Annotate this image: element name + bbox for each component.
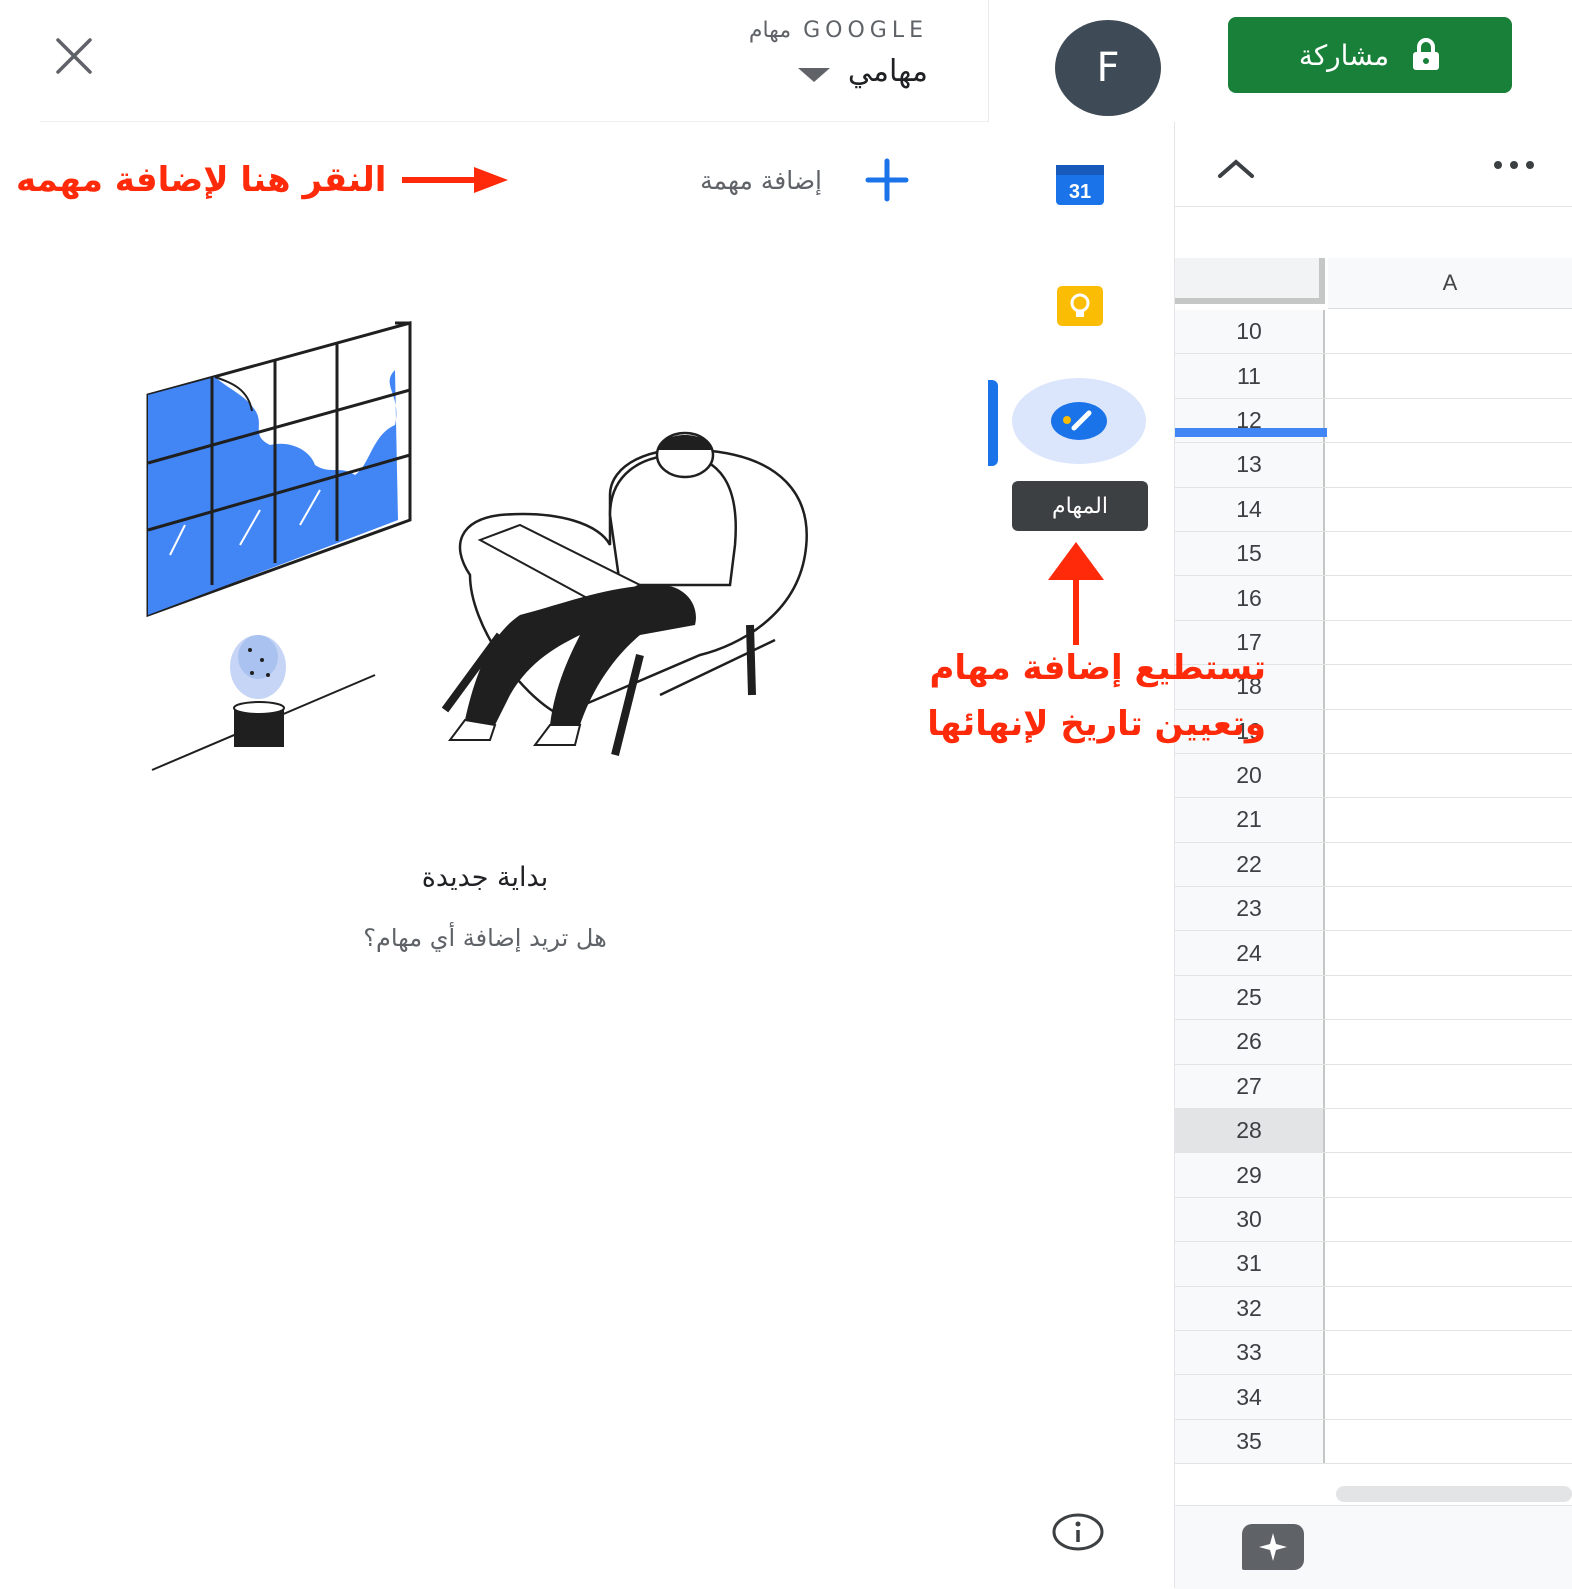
- lock-icon: [1413, 38, 1440, 70]
- row-header[interactable]: 28: [1175, 1109, 1325, 1153]
- sheet-row[interactable]: 15: [1175, 531, 1572, 577]
- add-task-label: إضافة مهمة: [700, 165, 822, 195]
- annotation-dates-hint: تستطيع إضافة مهام وتعيين تاريخ لإنهائها: [840, 640, 1266, 752]
- sparkle-icon: [1259, 1533, 1287, 1561]
- more-horizontal-icon: [1494, 161, 1534, 169]
- row-header[interactable]: 13: [1175, 443, 1325, 487]
- sheet-row[interactable]: 16: [1175, 576, 1572, 621]
- sheet-row[interactable]: 14: [1175, 487, 1572, 532]
- sheet-rows: 10 11 12 13 14 15 16 17 18 19 20 21 22 23 24 25 26 27 28 29…: [1175, 310, 1572, 1465]
- sheet-row[interactable]: 13: [1175, 443, 1572, 488]
- tasks-panel: GOOGLE مهام مهامي إضافة مهمة النقر هنا ل…: [0, 0, 989, 1588]
- row-header[interactable]: 11: [1175, 354, 1325, 398]
- info-icon[interactable]: [1048, 1507, 1108, 1557]
- explore-button[interactable]: [1242, 1524, 1304, 1570]
- row-header[interactable]: 31: [1175, 1242, 1325, 1286]
- list-name: مهامي: [847, 54, 928, 89]
- sheet-row[interactable]: 31: [1175, 1242, 1572, 1287]
- person-illustration: [441, 431, 808, 756]
- annotation-dates-line2: وتعيين تاريخ لإنهائها: [927, 704, 1266, 744]
- header-divider: [40, 121, 988, 122]
- row-header[interactable]: 32: [1175, 1286, 1325, 1330]
- sheet-row[interactable]: 20: [1175, 753, 1572, 799]
- arrow-up-icon: [1048, 542, 1104, 645]
- sheet-bottom-bar: [1175, 1505, 1572, 1589]
- sheet-row[interactable]: 10: [1175, 310, 1572, 355]
- active-indicator: [988, 380, 998, 466]
- sheet-row[interactable]: 11: [1175, 354, 1572, 399]
- row-header[interactable]: 15: [1175, 531, 1325, 576]
- sheet-row[interactable]: 26: [1175, 1020, 1572, 1065]
- plant-illustration: [230, 635, 286, 747]
- calendar-graphic: 31: [1056, 165, 1104, 205]
- avatar-letter: F: [1096, 45, 1120, 91]
- app-name: GOOGLE مهام: [748, 18, 928, 43]
- row-header[interactable]: 33: [1175, 1330, 1325, 1375]
- avatar[interactable]: F: [1055, 20, 1161, 116]
- annotation-add-text: النقر هنا لإضافة مهمه: [16, 160, 387, 200]
- list-selector[interactable]: مهامي: [797, 54, 928, 89]
- row-header[interactable]: 25: [1175, 975, 1325, 1020]
- side-panel-rail: [988, 122, 1175, 1588]
- calendar-icon[interactable]: 31: [1050, 160, 1110, 210]
- annotation-add-hint: النقر هنا لإضافة مهمه: [16, 150, 510, 210]
- row-header[interactable]: 30: [1175, 1197, 1325, 1242]
- row-header[interactable]: 24: [1175, 931, 1325, 975]
- row-header[interactable]: 29: [1175, 1153, 1325, 1197]
- info-graphic: [1052, 1513, 1104, 1551]
- sheet-row[interactable]: 33: [1175, 1330, 1572, 1376]
- tasks-tooltip: المهام: [1012, 481, 1148, 531]
- row-selection-indicator: [1175, 428, 1327, 437]
- sheet-row[interactable]: 29: [1175, 1153, 1572, 1198]
- column-header-a[interactable]: A: [1328, 258, 1572, 309]
- share-button[interactable]: مشاركة: [1228, 17, 1512, 93]
- close-button[interactable]: [50, 32, 98, 80]
- share-label: مشاركة: [1298, 38, 1390, 72]
- chevron-up-icon: [1218, 159, 1254, 178]
- collapse-menus-button[interactable]: [1212, 148, 1260, 188]
- sheet-row[interactable]: 21: [1175, 798, 1572, 843]
- row-header[interactable]: 22: [1175, 842, 1325, 887]
- sheet-row[interactable]: 28: [1175, 1109, 1572, 1154]
- sheet-row[interactable]: 23: [1175, 887, 1572, 932]
- row-header[interactable]: 10: [1175, 310, 1325, 354]
- sheet-row[interactable]: 25: [1175, 975, 1572, 1021]
- row-header[interactable]: 26: [1175, 1020, 1325, 1064]
- caret-down-icon: [797, 67, 830, 82]
- more-options-button[interactable]: [1488, 148, 1546, 188]
- horizontal-scrollbar[interactable]: [1336, 1486, 1572, 1502]
- row-header[interactable]: 14: [1175, 487, 1325, 531]
- row-header[interactable]: 35: [1175, 1419, 1325, 1464]
- window-illustration: [146, 321, 412, 618]
- row-header[interactable]: 21: [1175, 798, 1325, 842]
- row-header[interactable]: 27: [1175, 1064, 1325, 1109]
- arrow-right-icon: [402, 167, 509, 193]
- sheet-row[interactable]: 35: [1175, 1419, 1572, 1465]
- sheet-row[interactable]: 32: [1175, 1286, 1572, 1331]
- sheet-row[interactable]: 34: [1175, 1375, 1572, 1420]
- keep-icon[interactable]: [1050, 278, 1110, 334]
- row-header[interactable]: 34: [1175, 1375, 1325, 1419]
- sheet-row[interactable]: 24: [1175, 931, 1572, 976]
- empty-state-subtitle: هل تريد إضافة أي مهام؟: [363, 924, 607, 952]
- tasks-button[interactable]: [1012, 378, 1146, 464]
- sheet-row[interactable]: 27: [1175, 1064, 1572, 1110]
- row-header[interactable]: 16: [1175, 576, 1325, 620]
- empty-state-illustration: [146, 321, 808, 771]
- tasks-icon: [1051, 402, 1107, 440]
- row-header[interactable]: 20: [1175, 753, 1325, 798]
- sheet-row[interactable]: 22: [1175, 842, 1572, 888]
- empty-state-title: بداية جديدة: [421, 862, 549, 893]
- annotation-dates-line1: تستطيع إضافة مهام: [929, 648, 1266, 688]
- sheet-row[interactable]: 30: [1175, 1197, 1572, 1243]
- select-all-corner[interactable]: [1175, 258, 1325, 304]
- keep-graphic: [1057, 286, 1103, 326]
- close-icon: [56, 38, 92, 74]
- add-task-button[interactable]: إضافة مهمة: [700, 150, 910, 210]
- calendar-day: 31: [1069, 181, 1091, 203]
- plus-icon: [865, 158, 909, 202]
- row-header[interactable]: 23: [1175, 887, 1325, 931]
